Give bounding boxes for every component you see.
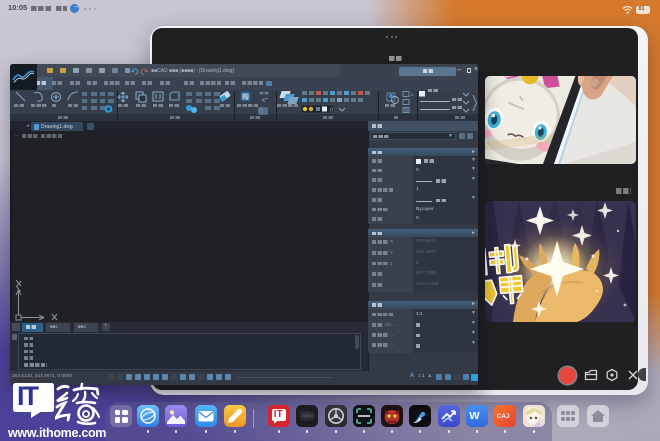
svg-text:0: 0 — [330, 108, 333, 114]
